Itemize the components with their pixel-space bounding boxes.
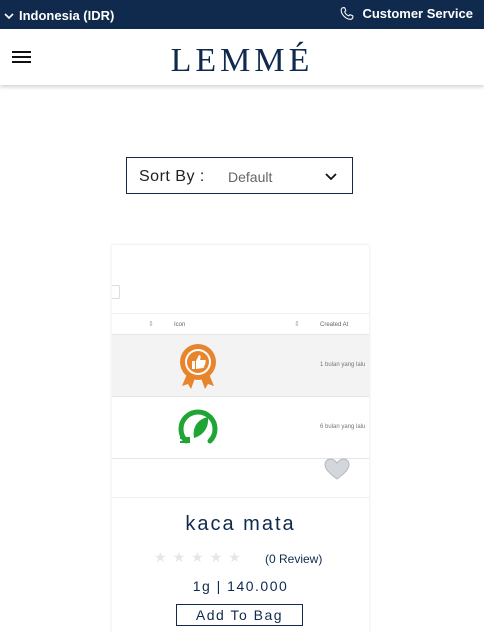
star-icon: ★ [154,550,173,566]
image-table-header: ⇕ Icon ⇕ Created At [112,313,369,335]
star-icon: ★ [209,550,229,566]
image-table-created-at: 1 bulan yang lalu [320,362,366,368]
customer-service-link[interactable]: Customer Service [340,6,473,21]
review-count[interactable]: (0 Review) [265,552,322,566]
product-card: ⇕ Icon ⇕ Created At 1 bulan yang lalu 6 … [112,245,369,633]
top-bar: Indonesia (IDR) Customer Service [0,0,484,29]
region-label: Indonesia (IDR) [19,8,115,23]
customer-service-label: Customer Service [362,6,473,21]
heart-icon[interactable] [324,458,350,480]
star-icon: ★ [228,550,247,566]
star-rating: ★★★★★ [154,550,254,566]
add-to-bag-button[interactable]: Add To Bag [176,604,303,626]
image-table-header-icon: Icon [174,322,186,328]
image-table-header-created: Created At [320,322,349,328]
sort-arrows-icon: ⇕ [294,321,300,328]
star-icon: ★ [191,550,210,566]
image-pagination-box [112,285,120,299]
brand-logo[interactable]: LEMMÉ [0,42,484,80]
sort-label: Sort By : [139,168,205,185]
image-table-created-at: 6 bulan yang lalu [320,424,366,430]
image-table-row: 6 bulan yang lalu [112,397,369,459]
product-price: 1g | 140.000 [192,578,289,594]
thumbs-up-badge-icon [180,344,216,389]
eco-plug-leaf-icon [178,409,218,444]
sort-dropdown[interactable]: Sort By : Default [126,157,353,194]
phone-icon [341,7,354,20]
region-selector[interactable]: Indonesia (IDR) [4,8,114,23]
sort-value: Default [228,169,273,185]
sort-arrows-icon: ⇕ [148,321,154,328]
chevron-down-icon [4,12,14,19]
star-icon: ★ [172,550,192,566]
chevron-down-icon [325,173,337,181]
site-header: LEMMÉ [0,29,484,85]
product-name[interactable]: kaca mata [112,513,369,536]
image-table-row: 1 bulan yang lalu [112,335,369,397]
